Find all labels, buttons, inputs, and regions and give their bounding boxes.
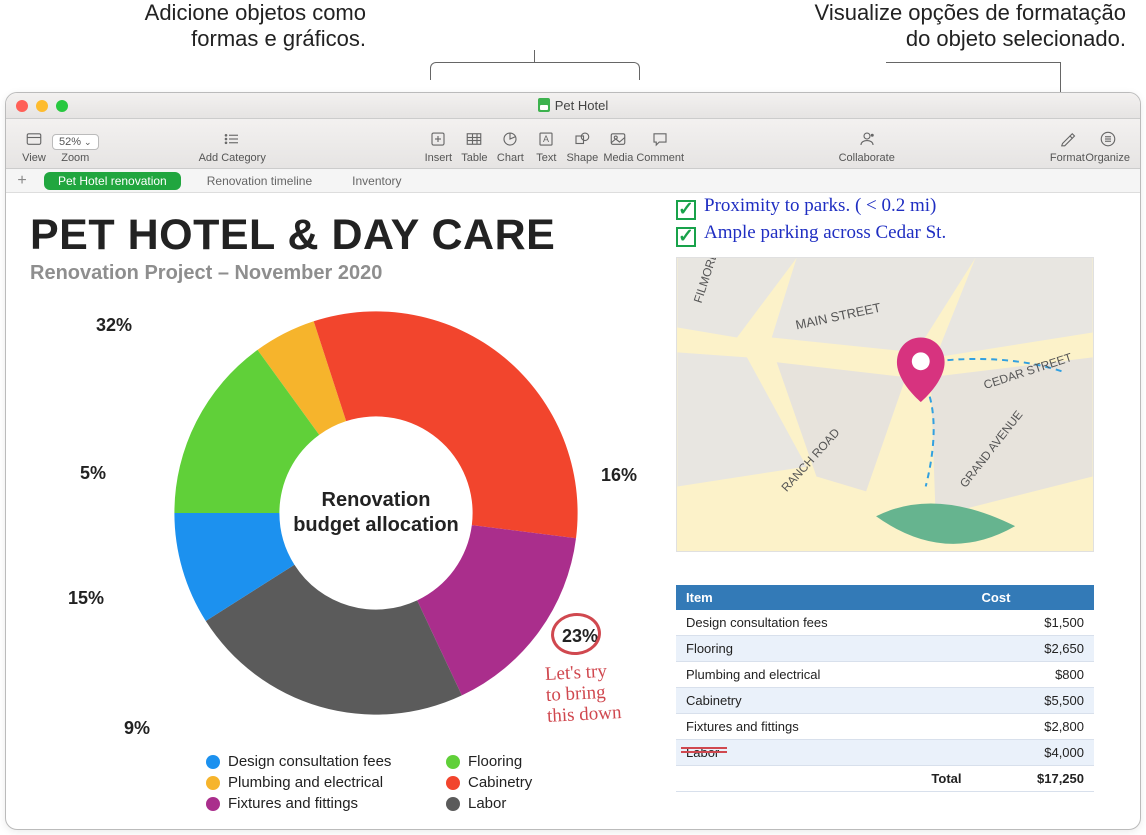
handwritten-notes: ✓Proximity to parks. ( < 0.2 mi) ✓Ample …: [676, 193, 946, 247]
add-category-button[interactable]: Add Category: [199, 128, 266, 164]
legend-swatch: [206, 797, 220, 811]
text-button[interactable]: A Text: [528, 128, 564, 164]
map-placeholder: FILMORE ST. MAIN STREET CEDAR STREET RAN…: [676, 257, 1094, 552]
table-row[interactable]: Labor$4,000: [676, 740, 1094, 766]
callout-insert-objects: Adicione objetos comoformas e gráficos.: [6, 0, 366, 53]
callout-format-options: Visualize opções de formataçãodo objeto …: [726, 0, 1126, 53]
comment-button[interactable]: Comment: [636, 128, 684, 164]
shape-icon: [571, 128, 593, 150]
table-row[interactable]: Cabinetry$5,500: [676, 688, 1094, 714]
legend-item: Labor: [446, 795, 626, 812]
legend-item: Plumbing and electrical: [206, 774, 446, 791]
legend-item: Cabinetry: [446, 774, 626, 791]
comment-icon: [649, 128, 671, 150]
toolbar: View 52%⌄ Zoom Add Category Insert Table…: [6, 119, 1140, 169]
table-total-row: Total$17,250: [676, 766, 1094, 792]
legend-swatch: [446, 755, 460, 769]
legend-swatch: [206, 776, 220, 790]
view-button[interactable]: View: [16, 128, 52, 164]
sheet-tab-2[interactable]: Renovation timeline: [193, 172, 326, 190]
organize-button[interactable]: Organize: [1085, 128, 1130, 164]
table-row[interactable]: Fixtures and fittings$2,800: [676, 714, 1094, 740]
zoom-control[interactable]: 52%⌄ Zoom: [52, 134, 99, 164]
legend-swatch: [446, 776, 460, 790]
slice-label-32: 32%: [96, 315, 132, 336]
slice-label-15: 15%: [68, 588, 104, 609]
legend-item: Design consultation fees: [206, 753, 446, 770]
legend-item: Fixtures and fittings: [206, 795, 446, 812]
legend-swatch: [206, 755, 220, 769]
format-button[interactable]: Format: [1049, 128, 1085, 164]
table-header-cost: Cost: [972, 585, 1094, 610]
cost-table[interactable]: Item Cost Design consultation fees$1,500…: [676, 585, 1094, 792]
chart-button[interactable]: Chart: [492, 128, 528, 164]
table-button[interactable]: Table: [456, 128, 492, 164]
window-title: Pet Hotel: [555, 98, 608, 113]
callout-bracket: [430, 62, 640, 80]
sheet-tab-3[interactable]: Inventory: [338, 172, 415, 190]
page-title: PET HOTEL & DAY CARE: [30, 211, 1116, 260]
legend-item: Flooring: [446, 753, 626, 770]
donut-center-label: Renovation budget allocation: [286, 488, 466, 538]
table-row[interactable]: Plumbing and electrical$800: [676, 662, 1094, 688]
media-icon: [607, 128, 629, 150]
chart-icon: [499, 128, 521, 150]
handwritten-annotation: Let's try to bring this down: [544, 661, 622, 727]
labor-underline: [681, 747, 727, 753]
shape-button[interactable]: Shape: [564, 128, 600, 164]
fullscreen-icon[interactable]: [56, 100, 68, 112]
table-header-item: Item: [676, 585, 972, 610]
sheet-tabs: + Pet Hotel renovation Renovation timeli…: [6, 169, 1140, 193]
collaborate-button[interactable]: Collaborate: [839, 128, 895, 164]
insert-icon: [427, 128, 449, 150]
slice-label-16: 16%: [601, 465, 637, 486]
legend-swatch: [446, 797, 460, 811]
insert-button[interactable]: Insert: [420, 128, 456, 164]
table-row[interactable]: Flooring$2,650: [676, 636, 1094, 662]
title-bar: Pet Hotel: [6, 93, 1140, 119]
spreadsheet-canvas[interactable]: PET HOTEL & DAY CARE Renovation Project …: [6, 193, 1140, 829]
sheet-tab-1[interactable]: Pet Hotel renovation: [44, 172, 181, 190]
table-icon: [463, 128, 485, 150]
svg-text:A: A: [543, 134, 549, 144]
text-icon: A: [535, 128, 557, 150]
checkbox-icon: ✓: [676, 200, 696, 220]
table-row[interactable]: Design consultation fees$1,500: [676, 610, 1094, 636]
chevron-down-icon: ⌄: [84, 137, 92, 148]
document-icon: [538, 98, 550, 112]
close-icon[interactable]: [16, 100, 28, 112]
format-icon: [1056, 128, 1078, 150]
add-sheet-button[interactable]: +: [12, 172, 32, 190]
slice-label-5: 5%: [80, 463, 106, 484]
slice-label-9: 9%: [124, 718, 150, 739]
checkbox-icon: ✓: [676, 227, 696, 247]
collaborate-icon: [856, 128, 878, 150]
app-window: Pet Hotel View 52%⌄ Zoom Add Category In…: [5, 92, 1141, 830]
donut-chart[interactable]: Renovation budget allocation 32% 16% 23%…: [56, 303, 636, 803]
chart-legend: Design consultation feesFlooringPlumbing…: [206, 753, 626, 812]
minimize-icon[interactable]: [36, 100, 48, 112]
view-icon: [23, 128, 45, 150]
list-icon: [221, 128, 243, 150]
organize-icon: [1097, 128, 1119, 150]
media-button[interactable]: Media: [600, 128, 636, 164]
